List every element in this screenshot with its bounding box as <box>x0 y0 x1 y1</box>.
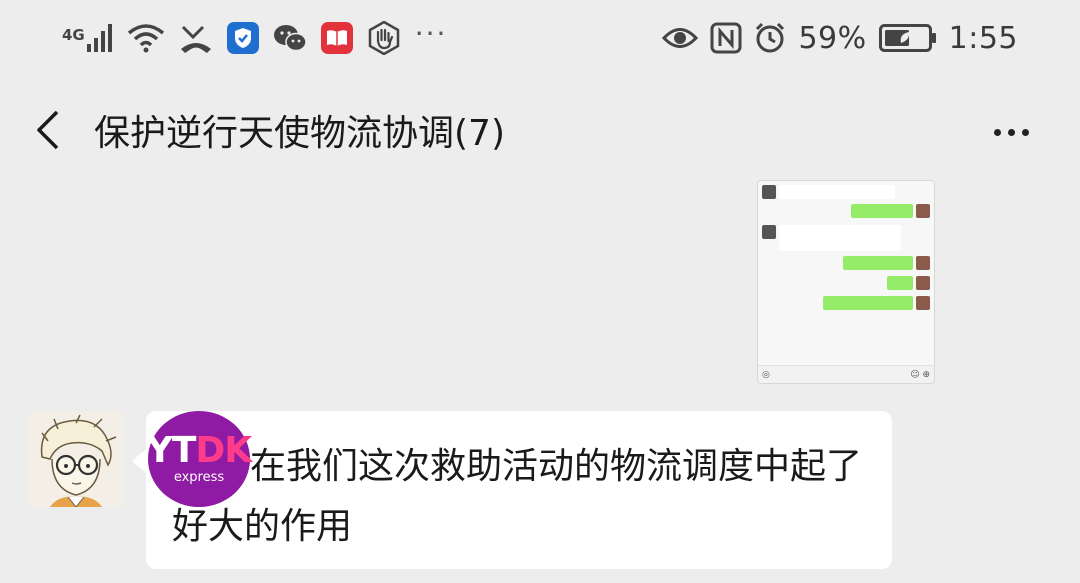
thumb-row <box>762 225 901 251</box>
thumb-row <box>762 185 895 199</box>
thumb-bubble <box>779 185 895 199</box>
alarm-icon <box>754 22 786 54</box>
thumb-bubble <box>823 296 913 310</box>
chat-header: 保护逆行天使物流协调(7) <box>0 90 1080 170</box>
security-app-icon <box>226 22 259 54</box>
more-options-button[interactable] <box>984 112 1038 152</box>
thumb-input-bar: ◎ ☺ ⊕ <box>758 365 934 383</box>
status-bar: 4G ··· 59% 1:55 <box>0 0 1080 76</box>
status-bar-right: 59% 1:55 <box>662 21 1018 56</box>
avatar-illustration <box>28 411 124 507</box>
status-overflow: ··· <box>414 16 448 50</box>
eye-icon <box>662 25 699 51</box>
reader-app-icon <box>320 22 353 54</box>
more-dot-icon <box>1007 128 1015 136</box>
thumb-avatar <box>762 225 776 239</box>
signal-icon: 4G <box>62 24 113 52</box>
thumb-row <box>843 256 930 270</box>
thumb-bubble <box>779 225 901 251</box>
thumb-voice-icon: ◎ <box>762 369 770 380</box>
nfc-icon <box>710 22 742 54</box>
thumb-avatar <box>916 256 930 270</box>
thumb-row <box>887 276 930 290</box>
thumb-row <box>823 296 930 310</box>
wifi-icon <box>127 23 165 53</box>
hand-app-icon <box>367 21 401 55</box>
missed-call-icon <box>179 23 213 53</box>
watermark-brand: YTDK <box>146 429 252 471</box>
more-dot-icon <box>993 128 1001 136</box>
message-text: 在我们这次救助活动的物流调度中起了好大的作用 <box>172 446 863 547</box>
network-type: 4G <box>62 26 85 44</box>
battery-percent: 59% <box>798 20 867 56</box>
avatar[interactable] <box>28 411 124 507</box>
more-dot-icon <box>1021 128 1029 136</box>
thumb-bubble <box>887 276 913 290</box>
thumb-row <box>851 204 930 218</box>
thumb-bubble <box>851 204 913 218</box>
clock: 1:55 <box>948 20 1018 56</box>
wechat-icon <box>273 23 307 53</box>
thumb-avatar <box>916 296 930 310</box>
watermark-sub: express <box>173 469 225 485</box>
thumb-avatar <box>916 276 930 290</box>
chevron-left-icon <box>37 110 59 150</box>
thumb-emoji-icon: ☺ ⊕ <box>910 369 930 380</box>
thumb-avatar <box>762 185 776 199</box>
image-message[interactable]: ◎ ☺ ⊕ <box>757 180 935 384</box>
battery-icon <box>878 24 937 52</box>
back-button[interactable] <box>26 108 70 152</box>
message-bubble[interactable]: 在我们这次救助活动的物流调度中起了好大的作用 <box>132 411 892 569</box>
thumb-avatar <box>916 204 930 218</box>
watermark-logo: YTDK express <box>146 411 252 507</box>
thumb-bubble <box>843 256 913 270</box>
chat-title: 保护逆行天使物流协调(7) <box>94 113 505 154</box>
status-bar-left: 4G ··· <box>62 17 447 55</box>
